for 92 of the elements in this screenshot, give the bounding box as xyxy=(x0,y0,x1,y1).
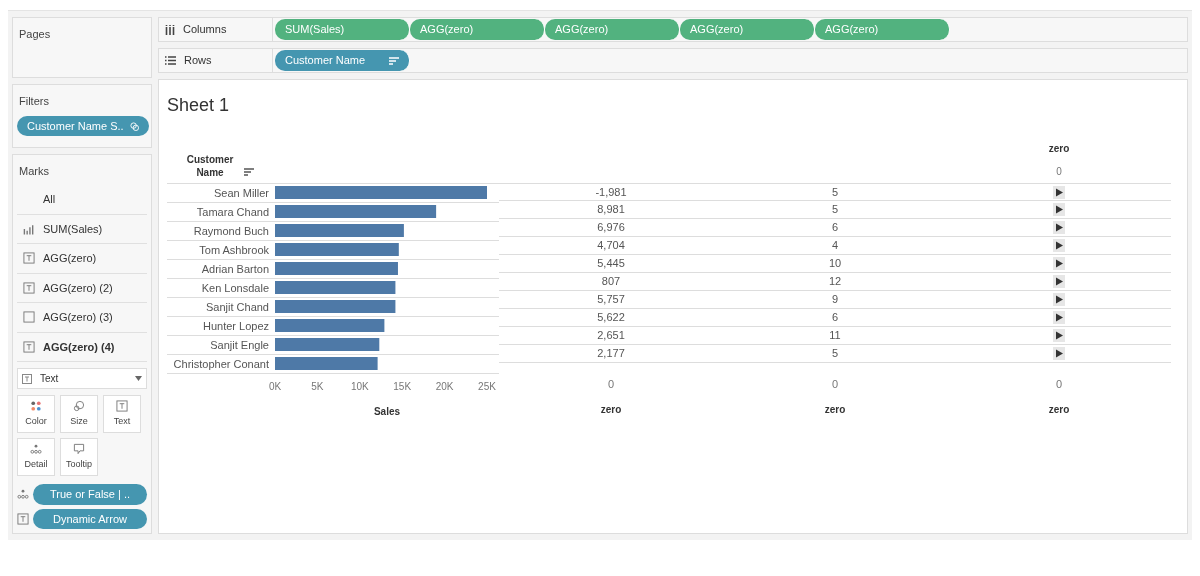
value-cell-text: -1,981 xyxy=(595,184,627,200)
arrow-icon xyxy=(1053,329,1065,342)
size-card-button[interactable]: Size xyxy=(60,395,98,433)
axis-tick-label: 10K xyxy=(350,381,369,392)
caret-icon xyxy=(135,376,142,381)
value-cell-text: 6 xyxy=(831,220,839,236)
arrow-icon xyxy=(1053,347,1065,360)
arrow-icon xyxy=(1053,293,1065,306)
size-icon xyxy=(73,399,85,412)
customer-name: Sanjit Chand xyxy=(206,301,269,313)
marks-item[interactable]: AGG(zero) (2) xyxy=(17,273,147,303)
arrow-icon xyxy=(1053,311,1065,324)
sheet-title: Sheet 1 xyxy=(167,94,231,117)
mark-type-dropdown[interactable]: Text xyxy=(17,368,147,389)
marks-item[interactable]: AGG(zero) (3) xyxy=(17,303,147,333)
square-icon xyxy=(23,311,35,324)
columns-icon xyxy=(165,24,175,35)
value-cell-text: 9 xyxy=(831,292,839,308)
value-cell-text: 807 xyxy=(601,274,621,290)
marks-item[interactable]: All xyxy=(17,185,147,215)
customer-name: Tamara Chand xyxy=(196,206,269,218)
marks-item[interactable]: AGG(zero) (4) xyxy=(17,332,147,362)
value-cell-text: 8,981 xyxy=(597,202,625,218)
arrow-icon xyxy=(1053,275,1065,288)
value-cell-text: 5 xyxy=(831,346,839,362)
pages-title: Pages xyxy=(18,27,52,42)
value-cell-text: 6,976 xyxy=(597,220,625,236)
text-icon xyxy=(22,373,32,384)
detail-icon xyxy=(17,488,29,501)
axis-value: 0 xyxy=(1055,377,1063,393)
marks-title: Marks xyxy=(18,163,50,179)
text-icon xyxy=(116,399,128,412)
bar-chart-icon xyxy=(23,222,35,235)
filters-title: Filters xyxy=(18,94,50,110)
color-card-button[interactable]: Color xyxy=(17,395,55,433)
value-cell-text: 4 xyxy=(831,238,839,254)
customer-name: Hunter Lopez xyxy=(202,320,269,332)
detail-icon xyxy=(30,442,42,455)
value-cell-text: 2,177 xyxy=(597,346,625,362)
value-cell-text: 2,651 xyxy=(597,328,625,344)
value-cell-text: 5,622 xyxy=(597,310,625,326)
marks-item[interactable]: AGG(zero) xyxy=(17,244,147,274)
row-header: Customer Name xyxy=(185,153,235,179)
value-cell-text: 5,757 xyxy=(597,292,625,308)
value-cell-text: 5 xyxy=(831,184,839,200)
axis-title: Sales xyxy=(373,406,401,417)
value-cell-text: 11 xyxy=(829,328,841,344)
value-cell-text: 4,704 xyxy=(597,238,625,254)
axis-tick-label: 20K xyxy=(435,381,454,392)
text-icon xyxy=(23,281,35,294)
sort-icon xyxy=(244,168,254,176)
set-icon xyxy=(129,121,139,131)
text-card-button[interactable]: Text xyxy=(103,395,141,433)
axis-value: 0 xyxy=(831,377,839,393)
value-cell-text: 12 xyxy=(828,274,842,290)
axis-tick-label: 15K xyxy=(393,381,412,392)
value-cell-text: 5 xyxy=(831,202,839,218)
axis-title: zero xyxy=(1048,402,1070,417)
axis-value: 0 xyxy=(607,377,615,393)
tooltip-card-button[interactable]: Tooltip xyxy=(60,438,98,476)
axis-tick-label: 25K xyxy=(478,381,496,392)
customer-name: Sanjit Engle xyxy=(210,339,269,351)
column-header: zero xyxy=(1048,142,1070,156)
axis-title: zero xyxy=(824,402,846,417)
customer-name: Sean Miller xyxy=(213,187,269,199)
columns-label: Columns xyxy=(183,22,227,38)
tooltip-icon xyxy=(73,442,85,455)
sort-icon xyxy=(389,56,399,65)
value-cell-text: 10 xyxy=(828,256,842,272)
text-icon xyxy=(23,252,35,265)
value-cell-text: 6 xyxy=(831,310,839,326)
marks-item[interactable]: SUM(Sales) xyxy=(17,214,147,244)
axis-tick-label: 0K xyxy=(268,381,282,392)
rows-label: Rows xyxy=(184,53,212,69)
customer-name: Tom Ashbrook xyxy=(199,244,269,256)
customer-name: Adrian Barton xyxy=(201,263,269,275)
rows-icon xyxy=(165,56,176,65)
customer-name: Ken Lonsdale xyxy=(201,282,269,294)
arrow-icon xyxy=(1053,221,1065,234)
customer-name: Christopher Conant xyxy=(173,358,269,370)
arrow-icon xyxy=(1053,257,1065,270)
value-cell-text: 5,445 xyxy=(597,256,625,272)
customer-name: Raymond Buch xyxy=(193,225,269,237)
text-icon xyxy=(17,512,29,525)
color-icon xyxy=(30,399,42,412)
arrow-icon xyxy=(1053,239,1065,252)
arrow-icon xyxy=(1053,203,1065,216)
text-icon xyxy=(23,340,35,353)
axis-title: zero xyxy=(600,402,622,417)
detail-card-button[interactable]: Detail xyxy=(17,438,55,476)
axis-value: 0 xyxy=(1056,165,1062,179)
axis-tick-label: 5K xyxy=(311,381,324,392)
